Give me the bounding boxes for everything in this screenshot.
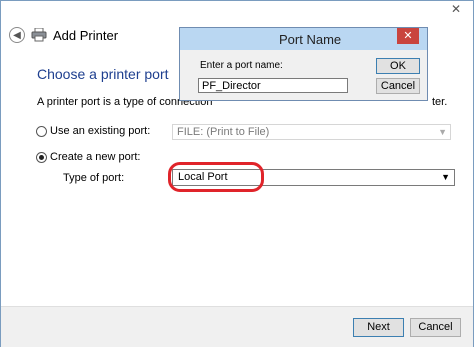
chevron-down-icon: ▼ [438, 127, 447, 137]
use-existing-port-label[interactable]: Use an existing port: [50, 125, 150, 137]
dialog-title-bar: Port Name ✕ [180, 28, 427, 50]
port-name-dialog: Port Name ✕ Enter a port name: OK Cancel [179, 27, 428, 101]
page-description-tail: ter. [432, 96, 448, 108]
window-close-button[interactable]: ✕ [443, 1, 469, 17]
chevron-down-icon: ▼ [441, 172, 450, 182]
use-existing-port-radio[interactable] [36, 126, 47, 137]
dialog-cancel-button[interactable]: Cancel [376, 78, 420, 94]
wizard-footer: Next Cancel [1, 306, 473, 347]
dialog-title: Port Name [279, 32, 342, 47]
existing-port-value: FILE: (Print to File) [177, 126, 270, 138]
port-name-input[interactable] [198, 78, 348, 93]
back-arrow-icon[interactable]: ◀ [9, 27, 25, 43]
create-new-port-radio[interactable] [36, 152, 47, 163]
printer-icon [31, 28, 47, 42]
highlight-annotation [168, 162, 264, 192]
cancel-button[interactable]: Cancel [410, 318, 461, 337]
existing-port-select: FILE: (Print to File) ▼ [172, 124, 451, 140]
dialog-body: Enter a port name: OK Cancel [180, 50, 427, 100]
ok-button[interactable]: OK [376, 58, 420, 74]
port-name-prompt: Enter a port name: [200, 60, 283, 71]
create-new-port-label[interactable]: Create a new port: [50, 151, 141, 163]
page-heading: Choose a printer port [37, 66, 169, 82]
type-of-port-label: Type of port: [63, 172, 125, 184]
wizard-title: Add Printer [53, 28, 119, 43]
next-button[interactable]: Next [353, 318, 404, 337]
dialog-close-button[interactable]: ✕ [397, 28, 419, 44]
title-bar: ✕ [1, 1, 473, 21]
